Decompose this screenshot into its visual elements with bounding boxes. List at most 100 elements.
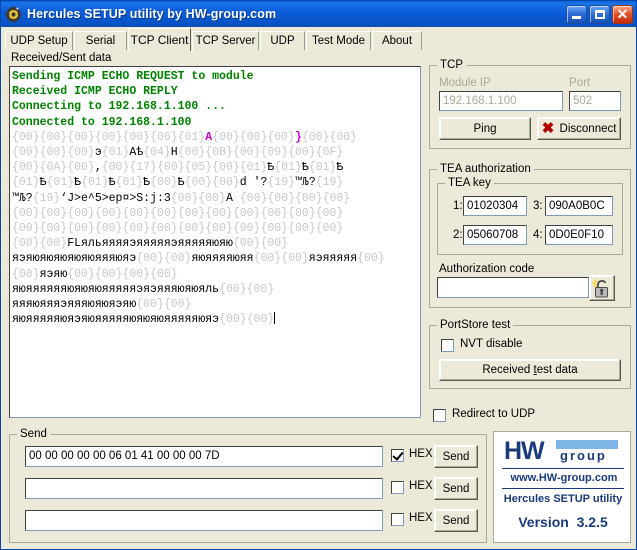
logo-hw-text: HW [504, 437, 545, 465]
console-segment: яюяяяяяяюяюяюяяяяяэяэяяяюяюяль [12, 282, 220, 296]
console-segment: Aѣ [129, 146, 144, 160]
tab-udp[interactable]: UDP [260, 31, 305, 50]
console-segment: {01} [115, 176, 144, 190]
console-segment: яяяюяяяэяяяюяюяэяю [12, 298, 137, 312]
tab-udp-setup[interactable]: UDP Setup [5, 31, 73, 50]
text-caret [274, 312, 276, 325]
console-segment: {19} [315, 176, 344, 190]
nvt-disable-label: NVT disable [460, 338, 523, 350]
portstore-group-label: PortStore test [437, 319, 514, 331]
padlock-icon [592, 279, 608, 298]
module-ip-label: Module IP [439, 77, 491, 89]
tea-key-4-input[interactable]: 0D0E0F10 [545, 225, 613, 245]
hw-group-logo-panel: HW group www.HW-group.com Hercules SETUP… [493, 431, 631, 543]
console-line: яяяюяяяэяяяюяюяэяю{00}{00} [12, 297, 420, 312]
minimize-button[interactable] [566, 4, 587, 24]
console-segment: {00}{00}{00} [12, 146, 95, 160]
hex-label-2: HEX [409, 480, 433, 492]
tea-key-label: TEA key [445, 177, 494, 189]
console-segment: , [94, 161, 102, 175]
received-sent-data-console[interactable]: Sending ICMP ECHO REQUEST to module Recei… [9, 66, 421, 418]
console-segment: Ѣ [39, 176, 47, 190]
console-segment: {00}{00} [219, 313, 275, 327]
hercules-window: Hercules SETUP utility by HW-group.com ✕… [0, 0, 637, 550]
window-controls: ✕ [566, 4, 633, 24]
send-button-3[interactable]: Send [434, 509, 478, 532]
console-line: {00}{00}{00}{00}{00}{00}{00}{00}{00}{06}… [12, 206, 420, 221]
console-line: {00}{00}{00}{00}{00}{06}{01}A{00}{00}{00… [12, 130, 420, 145]
hex-checkbox-2[interactable] [391, 481, 404, 494]
window-title: Hercules SETUP utility by HW-group.com [27, 7, 277, 21]
console-segment: {19} [267, 176, 296, 190]
tea-key-group: TEA key 1: 01020304 2: 05060708 3: 090A0… [437, 177, 623, 255]
logo-divider-1 [502, 468, 624, 469]
nvt-disable-checkbox[interactable] [441, 339, 454, 352]
tea-key-3-label: 3: [533, 200, 543, 212]
maximize-icon [595, 9, 605, 19]
tea-key-3-input[interactable]: 090A0B0C [545, 196, 613, 216]
redirect-to-udp-checkbox[interactable] [433, 409, 446, 422]
tea-key-2-label: 2: [453, 229, 463, 241]
console-line: Received ICMP ECHO REPLY [12, 85, 178, 99]
disconnect-button[interactable]: ✖ Disconnect [537, 117, 621, 140]
console-segment: {01} [308, 161, 337, 175]
tab-test-mode[interactable]: Test Mode [306, 31, 371, 50]
console-segment: э [94, 146, 102, 160]
close-button[interactable]: ✕ [612, 4, 633, 24]
console-segment: } [294, 130, 302, 144]
console-line: ™Љ?{19}‘J>e^5>ep¤>S:j:3{00}{00}A {00}{00… [12, 191, 420, 206]
port-input[interactable]: 502 [569, 91, 621, 111]
console-segment: {00}{0B}{00}{09}{00}{0F} [177, 146, 344, 160]
send-input-1[interactable]: 00 00 00 00 00 06 01 41 00 00 00 7D [25, 446, 383, 467]
received-test-data-button[interactable]: Received test data [439, 359, 621, 381]
ping-button-label: Ping [473, 122, 497, 135]
authorization-code-input[interactable] [437, 277, 589, 298]
tcp-group: TCP Module IP 192.168.1.100 Port 502 Pin… [429, 59, 631, 149]
hex-checkbox-1[interactable] [391, 449, 404, 462]
module-ip-input[interactable]: 192.168.1.100 [439, 91, 563, 111]
tab-tcp-client[interactable]: TCP Client [128, 28, 191, 51]
console-segment: Ѣ [336, 161, 344, 175]
logo-app-name: Hercules SETUP utility [503, 493, 623, 505]
send-button-2[interactable]: Send [434, 477, 478, 500]
send-button-1[interactable]: Send [434, 445, 478, 468]
console-segment: {00} [12, 267, 40, 281]
tab-tcp-server[interactable]: TCP Server [192, 31, 259, 50]
logo-url: www.HW-group.com [510, 472, 618, 484]
port-label: Port [569, 77, 591, 89]
tab-about[interactable]: About [372, 31, 422, 50]
console-segment: Ѣ [177, 176, 185, 190]
send-input-2[interactable] [25, 478, 383, 499]
tab-strip: UDP Setup Serial TCP Client TCP Server U… [1, 27, 636, 51]
console-segment: {00}{0A}{00} [12, 161, 95, 175]
hex-checkbox-3[interactable] [391, 513, 404, 526]
console-segment: {00}{00}{00}{00} [239, 191, 351, 205]
console-segment: {00}{00} [301, 130, 358, 144]
console-line: {00}{00}{00}{00}{00}{00}{00}{00}{00}{00}… [12, 221, 420, 236]
console-segment: {00}{17}{00}{05}{00}{01} [101, 161, 268, 175]
console-segment: яэяяяяя [308, 252, 358, 266]
console-segment: {00}{00} [136, 252, 192, 266]
tea-key-2-input[interactable]: 05060708 [463, 225, 527, 245]
console-line: {00}{0A}{00},{00}{17}{00}{05}{00}{01}Ѣ{0… [12, 160, 420, 175]
console-line: {00}{00}{00}э{01}Aѣ{04}H{00}{0B}{00}{09}… [12, 145, 420, 160]
tea-key-4-label: 4: [533, 229, 543, 241]
console-line: {00}яэяю{00}{00}{00}{00} [12, 267, 420, 282]
ping-button[interactable]: Ping [439, 117, 531, 140]
title-bar: Hercules SETUP utility by HW-group.com ✕ [1, 1, 636, 27]
console-segment: {19} [32, 191, 61, 205]
maximize-button[interactable] [589, 4, 610, 24]
send-button-2-label: Send [442, 482, 470, 495]
tab-serial[interactable]: Serial [74, 31, 127, 50]
console-line: яюяяяяяюяэяюяяяяяюяюяюяяяяяюяэ{00}{00} [12, 312, 420, 327]
console-line: Connected to 192.168.1.100 [12, 115, 192, 129]
console-segment: {00} [357, 252, 385, 266]
tea-key-1-input[interactable]: 01020304 [463, 196, 527, 216]
console-segment: {00}{00}{00} [212, 130, 295, 144]
console-segment: {01} [274, 161, 302, 175]
authorization-code-label: Authorization code [439, 263, 535, 275]
red-x-icon: ✖ [541, 120, 555, 137]
authorize-lock-button[interactable] [589, 275, 615, 301]
console-segment: {01} [12, 176, 40, 190]
send-input-3[interactable] [25, 510, 383, 531]
